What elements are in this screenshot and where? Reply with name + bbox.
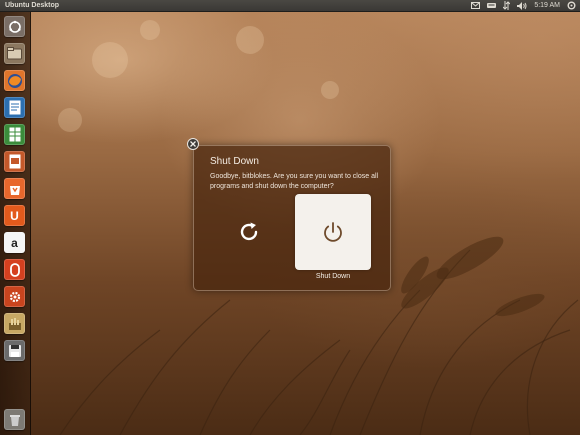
restart-button[interactable] <box>211 194 287 270</box>
dialog-message: Goodbye, bitblokes. Are you sure you wan… <box>210 173 379 190</box>
launcher: U a <box>0 12 31 435</box>
indicator-area: 5:19 AM <box>471 0 576 11</box>
power-icon <box>324 222 342 242</box>
mail-icon[interactable] <box>471 0 481 11</box>
libreoffice-impress-icon[interactable] <box>4 151 25 172</box>
system-settings-icon[interactable] <box>4 286 25 307</box>
restart-icon <box>240 222 258 241</box>
files-icon[interactable] <box>4 43 25 64</box>
ubuntu-one-icon[interactable]: U <box>4 205 25 226</box>
amazon-icon[interactable]: a <box>4 232 25 253</box>
keyboard-icon[interactable] <box>487 0 497 11</box>
floppy-disk-icon[interactable] <box>4 340 25 361</box>
software-center-icon[interactable] <box>4 178 25 199</box>
libreoffice-calc-icon[interactable] <box>4 124 25 145</box>
workspaces-icon[interactable] <box>4 313 25 334</box>
network-icon[interactable] <box>503 0 511 11</box>
dash-home-icon[interactable] <box>4 16 25 37</box>
shutdown-label: Shut Down <box>315 273 351 280</box>
shutdown-button[interactable] <box>295 194 371 270</box>
libreoffice-writer-icon[interactable] <box>4 97 25 118</box>
clock[interactable]: 5:19 AM <box>534 0 560 11</box>
dialog-title: Shut Down <box>210 156 259 167</box>
close-icon[interactable] <box>187 138 199 150</box>
power-gear-icon[interactable] <box>567 0 576 11</box>
window-title: Ubuntu Desktop <box>5 2 60 9</box>
shutdown-dialog: Shut Down Goodbye, bitblokes. Are you su… <box>193 145 391 291</box>
volume-icon[interactable] <box>517 0 527 11</box>
ubuntu-one-music-icon[interactable] <box>4 259 25 280</box>
top-panel: Ubuntu Desktop 5:19 AM <box>0 0 580 12</box>
firefox-icon[interactable] <box>4 70 25 91</box>
trash-icon[interactable] <box>4 409 25 430</box>
